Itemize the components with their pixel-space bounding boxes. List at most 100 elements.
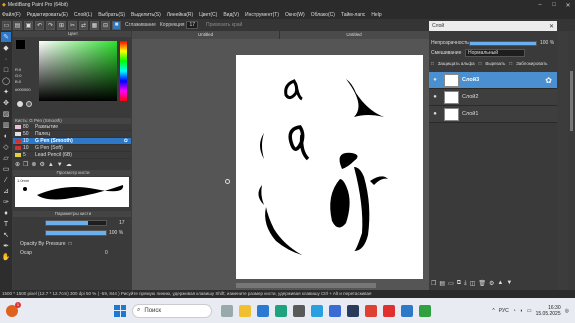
pen-alt-icon[interactable]: ✑ <box>1 197 11 207</box>
layer-properties-icon[interactable]: ⚙ <box>489 280 494 287</box>
lasso-tool-icon[interactable]: ◯ <box>1 76 11 86</box>
medibang-icon[interactable] <box>401 304 413 317</box>
select-eraser-icon[interactable]: ▭ <box>1 164 11 174</box>
layer-item[interactable]: ● Слой1 <box>429 106 557 123</box>
weather-widget-icon[interactable]: 1 <box>6 301 21 317</box>
task-view-icon[interactable] <box>221 304 233 317</box>
redo-icon[interactable]: ↷ <box>46 20 55 30</box>
lock-checkbox[interactable]: □ <box>509 61 512 66</box>
new-file-icon[interactable]: ▭ <box>2 20 11 30</box>
clock[interactable]: 16:30 15.05.2025 <box>536 305 561 317</box>
canvas-document[interactable] <box>236 55 423 279</box>
merge-down-icon[interactable]: ⤓ <box>464 280 467 287</box>
brush-item[interactable]: 10 G Pen (Soft) <box>13 145 131 152</box>
menu-file[interactable]: Файл(F) <box>2 12 21 18</box>
clip-checkbox[interactable]: □ <box>479 61 482 66</box>
stamp-tool-icon[interactable]: ♦ <box>1 208 11 218</box>
add-brush-icon[interactable]: ⊕ <box>15 161 20 168</box>
canvas-tab-right[interactable]: Untitled <box>280 31 428 39</box>
brush-up-icon[interactable]: ▲ <box>48 162 54 168</box>
taskbar-search[interactable]: ⌕ Поиск <box>132 303 212 318</box>
divide-tool-icon[interactable]: ⊿ <box>1 186 11 196</box>
bucket-tool-icon[interactable]: ◐ <box>1 131 11 141</box>
language-indicator[interactable]: РУС <box>499 308 509 314</box>
wifi-icon[interactable]: ◔ <box>513 308 516 314</box>
magic-wand-icon[interactable]: ✦ <box>1 87 11 97</box>
brush-settings2-icon[interactable]: ⚙ <box>39 161 44 168</box>
copy-layer-icon[interactable]: ⧉ <box>457 280 461 287</box>
opacity-pressure-row[interactable]: Opacity By Pressure □ <box>13 240 131 248</box>
gradient-tool-icon[interactable]: ▥ <box>1 120 11 130</box>
brush-cloud-icon[interactable]: ☁ <box>66 161 72 168</box>
brush-width-slider[interactable]: 17 <box>15 220 129 227</box>
text-tool-icon[interactable]: T <box>1 219 11 229</box>
explorer-icon[interactable] <box>239 304 251 317</box>
layer-panel-close-icon[interactable]: ✕ <box>549 23 554 30</box>
close-icon[interactable]: ✕ <box>561 2 575 9</box>
media-icon[interactable] <box>293 304 305 317</box>
select-pen-icon[interactable]: ◇ <box>1 142 11 152</box>
delete-brush-icon[interactable]: ⊗ <box>31 161 36 168</box>
antialias-toggle-icon[interactable]: ■ <box>112 20 121 30</box>
brush-settings-icon[interactable]: ✿ <box>124 138 128 144</box>
snap-icon[interactable]: ⊟ <box>101 20 110 30</box>
volume-icon[interactable]: ◗ <box>520 308 523 314</box>
brush-opacity-slider[interactable]: 100 % <box>15 230 129 237</box>
layer-blend-select[interactable]: Нормальный <box>465 49 525 57</box>
tray-chevron-icon[interactable]: ^ <box>492 308 494 314</box>
color-field[interactable] <box>39 41 117 101</box>
operation-tool-icon[interactable]: ↖ <box>1 230 11 240</box>
hue-slider[interactable] <box>120 41 127 101</box>
visibility-eye-icon[interactable]: ● <box>429 111 441 117</box>
maximize-icon[interactable]: □ <box>547 2 561 9</box>
transform-icon[interactable]: ⇄ <box>79 20 88 30</box>
dot-tool-icon[interactable]: · <box>1 54 11 64</box>
picker-tool-icon[interactable]: ✒ <box>1 241 11 251</box>
window-scrollbar[interactable] <box>568 31 575 290</box>
layer-up-icon[interactable]: ▲ <box>497 280 503 287</box>
new-layer-icon[interactable]: ❐ <box>431 280 436 287</box>
visibility-eye-icon[interactable]: ● <box>429 77 441 83</box>
brush-item[interactable]: 50 Палец <box>13 131 131 138</box>
menu-tool[interactable]: Инструмент(T) <box>245 12 279 18</box>
menu-ruler[interactable]: Линейка(R) <box>167 12 193 18</box>
save-icon[interactable]: ▣ <box>24 20 33 30</box>
app-extra-icon[interactable] <box>419 304 431 317</box>
notifications-icon[interactable]: ◎ <box>565 308 569 314</box>
protect-alpha-checkbox[interactable]: □ <box>431 61 434 66</box>
yandex-icon[interactable] <box>383 304 395 317</box>
menu-selection[interactable]: Выделить(S) <box>131 12 161 18</box>
open-file-icon[interactable]: ▤ <box>13 20 22 30</box>
layer-settings-icon[interactable]: ✿ <box>545 76 552 85</box>
menu-select[interactable]: Выбрать(S) <box>98 12 125 18</box>
fill-tool-icon[interactable]: ▨ <box>1 109 11 119</box>
opacity-pressure-checkbox[interactable]: □ <box>69 241 72 247</box>
canvas-hscrollbar[interactable] <box>236 283 376 288</box>
start-button[interactable] <box>114 304 126 317</box>
ruler-tool-icon[interactable]: ▱ <box>1 153 11 163</box>
menu-window[interactable]: Окно(W) <box>285 12 305 18</box>
clear-layer-icon[interactable]: ◫ <box>470 280 476 287</box>
store-icon[interactable] <box>257 304 269 317</box>
folder-icon[interactable]: ▭ <box>448 280 454 287</box>
delete-layer-icon[interactable]: 🗑 <box>478 280 486 287</box>
copy-brush-icon[interactable]: ❐ <box>23 161 28 168</box>
menu-edit[interactable]: Редактировать(E) <box>27 12 68 18</box>
brush-item[interactable]: 80 Размытие <box>13 124 131 131</box>
menu-timelapse[interactable]: Тайм-лапс <box>341 12 365 18</box>
visibility-eye-icon[interactable]: ● <box>429 94 441 100</box>
menu-view[interactable]: Вид(V) <box>223 12 239 18</box>
mail-icon[interactable] <box>329 304 341 317</box>
menu-cloud[interactable]: Облако(C) <box>311 12 335 18</box>
edge-icon[interactable] <box>275 304 287 317</box>
foreground-color-swatch[interactable] <box>15 39 26 50</box>
deselect-icon[interactable]: ✂ <box>68 20 77 30</box>
color-dot-icon[interactable] <box>17 101 23 107</box>
undo-icon[interactable]: ↶ <box>35 20 44 30</box>
color-dot2-icon[interactable] <box>26 101 32 107</box>
steam-icon[interactable] <box>347 304 359 317</box>
correction-select[interactable]: 17 <box>186 21 199 29</box>
layer-item-selected[interactable]: ● Слой3 ✿ <box>429 72 557 89</box>
battery-icon[interactable]: ▭ <box>527 308 532 314</box>
grid-icon[interactable]: ▦ <box>90 20 99 30</box>
